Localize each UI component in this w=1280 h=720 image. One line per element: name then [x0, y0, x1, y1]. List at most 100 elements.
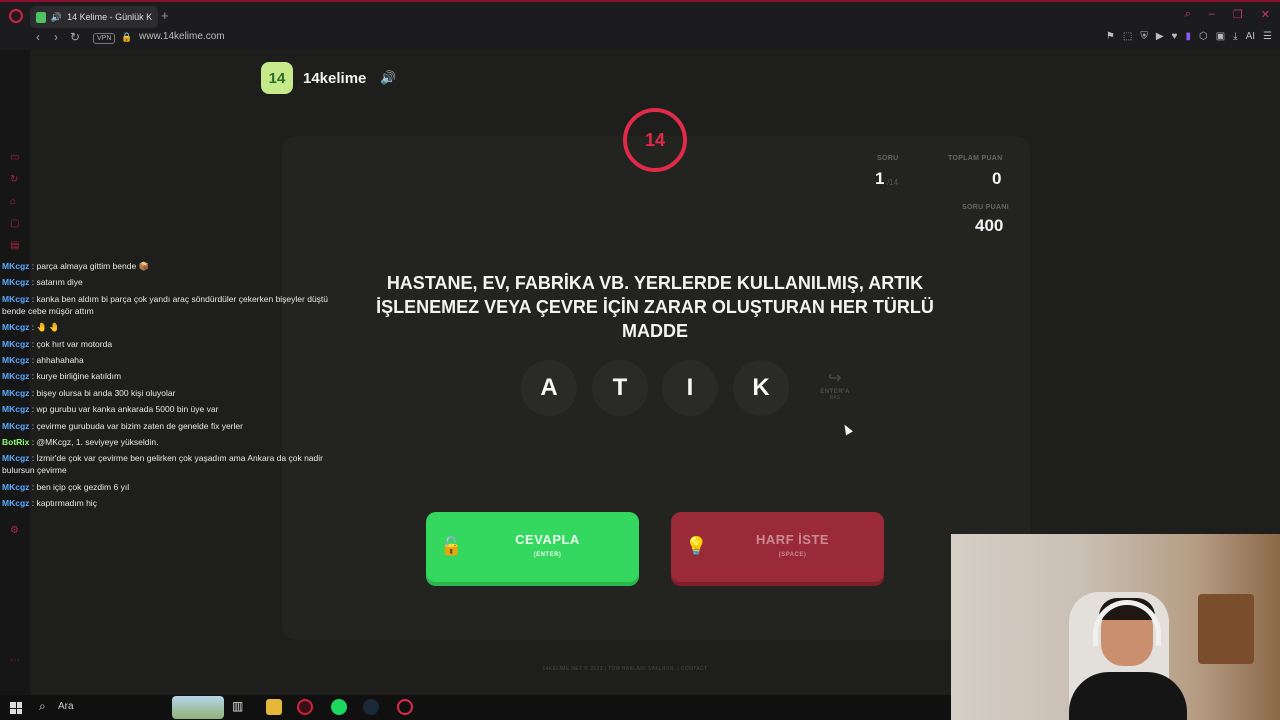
sidebar-messenger-icon[interactable]: ▭: [10, 153, 22, 163]
chat-username[interactable]: MKcgz: [2, 482, 29, 492]
new-tab-button[interactable]: +: [161, 8, 169, 23]
chat-username[interactable]: MKcgz: [2, 261, 29, 271]
chat-text: çok hırt var motorda: [36, 338, 113, 349]
reload-icon[interactable]: ↻: [70, 30, 80, 44]
chat-text: bişey olursa bi anda 300 kişi oluyolar: [36, 387, 176, 398]
chat-username[interactable]: MKcgz: [2, 388, 29, 398]
chat-username[interactable]: BotRix: [2, 437, 29, 447]
extension-icon[interactable]: ⬡: [1199, 31, 1208, 42]
enter-arrow-icon: ↪: [828, 370, 842, 387]
chat-message: MKcgz : İzmir'de çok var çevirme ben gel…: [2, 452, 332, 476]
sidebar-refresh-icon[interactable]: ↻: [10, 175, 22, 185]
play-icon[interactable]: ▶: [1156, 31, 1164, 42]
window-controls: ⌕ – ❐ ✕: [1185, 8, 1270, 21]
total-points-value: 0: [992, 169, 1002, 188]
forward-icon[interactable]: ›: [54, 30, 58, 44]
back-icon[interactable]: ‹: [36, 30, 40, 44]
sidebar-bag-icon[interactable]: ⌂: [10, 197, 22, 207]
chat-message: MKcgz : kanka ben aldım bi parça çok yan…: [2, 293, 332, 317]
chat-text: ahhahahaha: [36, 354, 84, 365]
ai-icon[interactable]: AI: [1246, 31, 1255, 42]
task-view-icon[interactable]: ▥: [232, 699, 248, 715]
tab-audio-icon[interactable]: 🔊: [51, 12, 62, 23]
total-points-label: TOPLAM PUAN: [948, 155, 1003, 162]
enter-hint[interactable]: ↪ ENTER'A BAS: [813, 368, 857, 401]
spotify-icon[interactable]: [331, 699, 347, 715]
extension-icons: ⚑ ⬚ ⛨ ▶ ♥ ▮ ⬡ ▣ ⤓ AI ☰: [1106, 31, 1272, 42]
minimize-icon[interactable]: –: [1209, 8, 1215, 21]
opera-logo-icon[interactable]: [9, 9, 23, 23]
steam-icon[interactable]: [363, 699, 379, 715]
chat-username[interactable]: MKcgz: [2, 294, 29, 304]
browser-tab[interactable]: 🔊 14 Kelime - Günlük Keli: [30, 6, 158, 28]
chat-text: İzmir'de çok var çevirme ben gelirken ço…: [2, 453, 323, 476]
chat-message: MKcgz : ahhahahaha: [2, 354, 332, 366]
sidebar-instagram-icon[interactable]: ▢: [10, 219, 22, 229]
lock-icon[interactable]: 🔒: [121, 32, 132, 43]
favicon-icon: [36, 11, 46, 23]
chat-message: MKcgz : çevirme gurubuda var bizim zaten…: [2, 420, 332, 432]
answer-button[interactable]: 🔓 CEVAPLA (ENTER): [426, 512, 639, 586]
file-explorer-icon[interactable]: [266, 699, 282, 715]
sidebar-note-icon[interactable]: ▤: [10, 241, 22, 251]
taskbar-widget-thumbnail[interactable]: [172, 696, 224, 719]
chat-username[interactable]: MKcgz: [2, 421, 29, 431]
snapshot-icon[interactable]: ⬚: [1123, 31, 1132, 42]
sidebar-more-icon[interactable]: ⋯: [10, 656, 22, 666]
site-logo[interactable]: 14: [261, 62, 293, 94]
chat-text: satarım diye: [36, 277, 83, 288]
webcam-overlay: [951, 534, 1280, 720]
question-points-value: 400: [975, 216, 1004, 235]
opera-taskbar-icon[interactable]: [297, 699, 313, 715]
chat-text: 🤚 🤚: [36, 322, 61, 333]
chat-username[interactable]: MKcgz: [2, 453, 29, 463]
request-letter-shortcut: (SPACE): [778, 552, 807, 558]
taskbar-search-icon[interactable]: ⌕: [39, 699, 46, 714]
tab-title: 14 Kelime - Günlük Keli: [67, 12, 152, 22]
sidebar-settings-icon[interactable]: ⚙: [10, 526, 22, 536]
chat-message: MKcgz : kurye birliğine katıldım: [2, 370, 332, 382]
maximize-icon[interactable]: ❐: [1233, 8, 1243, 21]
gallery-icon[interactable]: ▣: [1216, 31, 1225, 42]
chat-message: MKcgz : kaptırmadım hiç: [2, 497, 332, 509]
address-bar: ‹ › ↻ VPN 🔒 www.14kelime.com ⚑ ⬚ ⛨ ▶ ♥ ▮…: [0, 30, 1280, 50]
site-brand[interactable]: 14kelime: [303, 70, 366, 87]
chat-message: MKcgz : 🤚 🤚: [2, 321, 332, 333]
letter-tile: T: [592, 360, 648, 416]
chat-text: kanka ben aldım bi parça çok yandı araç …: [2, 293, 329, 316]
chat-text: ben içip çok gezdim 6 yıl: [36, 481, 130, 492]
request-letter-label: HARF İSTE: [755, 532, 830, 547]
letter-tile: A: [521, 360, 577, 416]
screen: 🔊 14 Kelime - Günlük Keli + ⌕ – ❐ ✕ ‹ › …: [0, 0, 1280, 720]
bookmark-icon[interactable]: ⚑: [1106, 31, 1115, 42]
shield-icon[interactable]: ⛨: [1140, 31, 1148, 42]
answer-button-shortcut: (ENTER): [533, 552, 562, 558]
request-letter-button[interactable]: 💡 HARF İSTE (SPACE): [671, 512, 884, 586]
sound-toggle-icon[interactable]: 🔊: [380, 70, 396, 86]
windows-taskbar: ⌕ Ara ▥: [0, 695, 951, 720]
close-icon[interactable]: ✕: [1261, 8, 1270, 21]
game-card: [282, 136, 1030, 640]
windows-start-icon[interactable]: [10, 702, 22, 714]
chat-username[interactable]: MKcgz: [2, 355, 29, 365]
webcam-shelf: [1198, 594, 1254, 664]
url-field[interactable]: www.14kelime.com: [139, 31, 225, 42]
stream-chat-overlay: MKcgz : parça almaya gittim bende 📦 MKcgz…: [2, 260, 332, 513]
chat-username[interactable]: MKcgz: [2, 322, 29, 332]
chat-username[interactable]: MKcgz: [2, 277, 29, 287]
browser-tab-bar: 🔊 14 Kelime - Günlük Keli + ⌕ – ❐ ✕: [0, 0, 1280, 30]
download-icon[interactable]: ⤓: [1233, 31, 1237, 42]
heart-icon[interactable]: ♥: [1172, 31, 1178, 42]
vpn-badge[interactable]: VPN: [93, 33, 116, 44]
chat-text: wp gurubu var kanka ankarada 5000 bin üy…: [36, 404, 219, 415]
chat-username[interactable]: MKcgz: [2, 404, 29, 414]
chat-username[interactable]: MKcgz: [2, 498, 29, 508]
chat-username[interactable]: MKcgz: [2, 339, 29, 349]
menu-icon[interactable]: ☰: [1263, 31, 1272, 42]
search-tabs-icon[interactable]: ⌕: [1185, 8, 1191, 21]
chat-username[interactable]: MKcgz: [2, 371, 29, 381]
question-total: /14: [887, 178, 899, 187]
obs-icon[interactable]: [397, 699, 413, 715]
taskbar-search-label[interactable]: Ara: [58, 701, 74, 712]
twitch-icon[interactable]: ▮: [1185, 31, 1191, 42]
